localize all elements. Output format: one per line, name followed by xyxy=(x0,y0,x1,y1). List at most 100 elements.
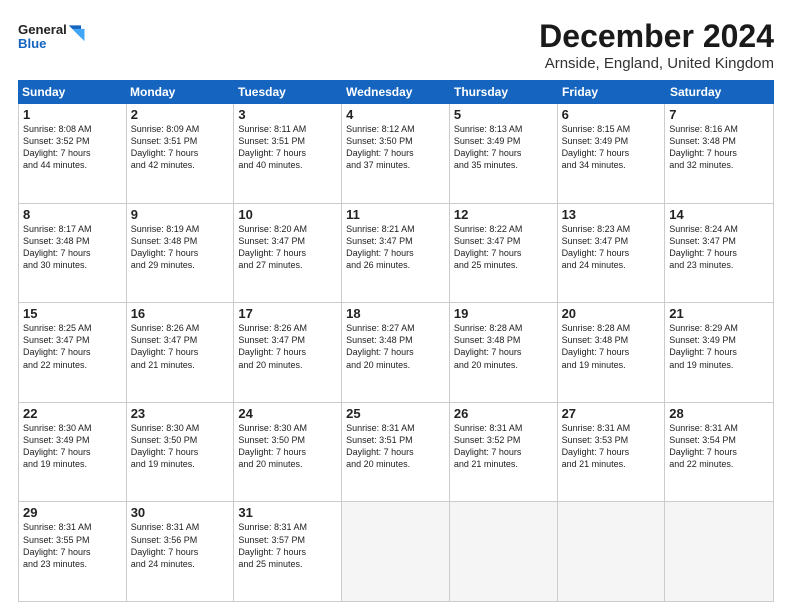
day-number: 14 xyxy=(669,207,769,222)
day-number: 26 xyxy=(454,406,553,421)
calendar-cell-1-3: 3 Sunrise: 8:11 AM Sunset: 3:51 PM Daylig… xyxy=(234,104,342,203)
header: General Blue December 2024 Arnside, Engl… xyxy=(18,18,774,72)
day-info: Sunrise: 8:12 AM Sunset: 3:50 PM Dayligh… xyxy=(346,124,415,170)
calendar-cell-2-7: 14 Sunrise: 8:24 AM Sunset: 3:47 PM Dayli… xyxy=(665,204,773,303)
calendar-cell-5-3: 31 Sunrise: 8:31 AM Sunset: 3:57 PM Dayli… xyxy=(234,502,342,601)
day-info: Sunrise: 8:30 AM Sunset: 3:50 PM Dayligh… xyxy=(238,423,307,469)
day-info: Sunrise: 8:31 AM Sunset: 3:54 PM Dayligh… xyxy=(669,423,738,469)
calendar-row-3: 15Sunrise: 8:25 AM Sunset: 3:47 PM Dayli… xyxy=(19,303,773,403)
calendar-cell-4-5: 26 Sunrise: 8:31 AM Sunset: 3:52 PM Dayli… xyxy=(450,403,558,502)
day-number: 15 xyxy=(23,306,122,321)
day-info: Sunrise: 8:21 AM Sunset: 3:47 PM Dayligh… xyxy=(346,224,415,270)
day-number: 6 xyxy=(562,107,661,122)
day-number: 29 xyxy=(23,505,122,520)
day-info: Sunrise: 8:28 AM Sunset: 3:48 PM Dayligh… xyxy=(562,323,631,369)
day-number: 4 xyxy=(346,107,445,122)
calendar: Sunday Monday Tuesday Wednesday Thursday… xyxy=(18,80,774,602)
calendar-cell-2-5: 12 Sunrise: 8:22 AM Sunset: 3:47 PM Dayli… xyxy=(450,204,558,303)
calendar-row-5: 29 Sunrise: 8:31 AM Sunset: 3:55 PM Dayli… xyxy=(19,502,773,601)
day-info: Sunrise: 8:13 AM Sunset: 3:49 PM Dayligh… xyxy=(454,124,523,170)
day-info: Sunrise: 8:31 AM Sunset: 3:51 PM Dayligh… xyxy=(346,423,415,469)
day-number: 21 xyxy=(669,306,769,321)
calendar-cell-3-1: 15Sunrise: 8:25 AM Sunset: 3:47 PM Dayli… xyxy=(19,303,127,402)
calendar-row-1: 1Sunrise: 8:08 AM Sunset: 3:52 PM Daylig… xyxy=(19,104,773,204)
day-number: 23 xyxy=(131,406,230,421)
calendar-cell-1-5: 5Sunrise: 8:13 AM Sunset: 3:49 PM Daylig… xyxy=(450,104,558,203)
calendar-cell-2-1: 8 Sunrise: 8:17 AM Sunset: 3:48 PM Daylig… xyxy=(19,204,127,303)
calendar-cell-1-7: 7 Sunrise: 8:16 AM Sunset: 3:48 PM Daylig… xyxy=(665,104,773,203)
calendar-cell-2-4: 11 Sunrise: 8:21 AM Sunset: 3:47 PM Dayli… xyxy=(342,204,450,303)
day-number: 31 xyxy=(238,505,337,520)
location: Arnside, England, United Kingdom xyxy=(539,55,774,72)
day-number: 13 xyxy=(562,207,661,222)
calendar-cell-4-3: 24 Sunrise: 8:30 AM Sunset: 3:50 PM Dayli… xyxy=(234,403,342,502)
day-info: Sunrise: 8:31 AM Sunset: 3:57 PM Dayligh… xyxy=(238,522,307,568)
day-number: 24 xyxy=(238,406,337,421)
month-title: December 2024 xyxy=(539,18,774,55)
header-thursday: Thursday xyxy=(450,80,558,104)
logo: General Blue xyxy=(18,18,88,58)
header-tuesday: Tuesday xyxy=(234,80,342,104)
calendar-cell-5-2: 30 Sunrise: 8:31 AM Sunset: 3:56 PM Dayli… xyxy=(127,502,235,601)
day-number: 3 xyxy=(238,107,337,122)
day-info: Sunrise: 8:23 AM Sunset: 3:47 PM Dayligh… xyxy=(562,224,631,270)
calendar-cell-4-7: 28Sunrise: 8:31 AM Sunset: 3:54 PM Dayli… xyxy=(665,403,773,502)
day-number: 7 xyxy=(669,107,769,122)
day-number: 12 xyxy=(454,207,553,222)
day-number: 16 xyxy=(131,306,230,321)
calendar-cell-1-6: 6 Sunrise: 8:15 AM Sunset: 3:49 PM Daylig… xyxy=(558,104,666,203)
day-number: 9 xyxy=(131,207,230,222)
header-saturday: Saturday xyxy=(666,80,774,104)
calendar-grid: 1Sunrise: 8:08 AM Sunset: 3:52 PM Daylig… xyxy=(18,104,774,602)
day-info: Sunrise: 8:11 AM Sunset: 3:51 PM Dayligh… xyxy=(238,124,306,170)
day-info: Sunrise: 8:31 AM Sunset: 3:53 PM Dayligh… xyxy=(562,423,631,469)
calendar-cell-2-6: 13 Sunrise: 8:23 AM Sunset: 3:47 PM Dayli… xyxy=(558,204,666,303)
day-info: Sunrise: 8:30 AM Sunset: 3:50 PM Dayligh… xyxy=(131,423,200,469)
header-monday: Monday xyxy=(126,80,234,104)
day-number: 22 xyxy=(23,406,122,421)
calendar-cell-5-6 xyxy=(558,502,666,601)
calendar-cell-2-3: 10Sunrise: 8:20 AM Sunset: 3:47 PM Dayli… xyxy=(234,204,342,303)
day-info: Sunrise: 8:26 AM Sunset: 3:47 PM Dayligh… xyxy=(238,323,307,369)
calendar-cell-4-1: 22 Sunrise: 8:30 AM Sunset: 3:49 PM Dayli… xyxy=(19,403,127,502)
day-info: Sunrise: 8:17 AM Sunset: 3:48 PM Dayligh… xyxy=(23,224,92,270)
logo-svg: General Blue xyxy=(18,18,88,58)
calendar-cell-1-2: 2Sunrise: 8:09 AM Sunset: 3:51 PM Daylig… xyxy=(127,104,235,203)
calendar-cell-4-2: 23 Sunrise: 8:30 AM Sunset: 3:50 PM Dayli… xyxy=(127,403,235,502)
calendar-cell-4-4: 25 Sunrise: 8:31 AM Sunset: 3:51 PM Dayli… xyxy=(342,403,450,502)
calendar-cell-1-4: 4 Sunrise: 8:12 AM Sunset: 3:50 PM Daylig… xyxy=(342,104,450,203)
calendar-cell-5-1: 29 Sunrise: 8:31 AM Sunset: 3:55 PM Dayli… xyxy=(19,502,127,601)
day-number: 19 xyxy=(454,306,553,321)
calendar-cell-5-7 xyxy=(665,502,773,601)
day-info: Sunrise: 8:30 AM Sunset: 3:49 PM Dayligh… xyxy=(23,423,92,469)
day-info: Sunrise: 8:31 AM Sunset: 3:56 PM Dayligh… xyxy=(131,522,200,568)
day-info: Sunrise: 8:26 AM Sunset: 3:47 PM Dayligh… xyxy=(131,323,200,369)
day-info: Sunrise: 8:16 AM Sunset: 3:48 PM Dayligh… xyxy=(669,124,738,170)
day-number: 30 xyxy=(131,505,230,520)
title-section: December 2024 Arnside, England, United K… xyxy=(539,18,774,72)
day-number: 17 xyxy=(238,306,337,321)
day-info: Sunrise: 8:27 AM Sunset: 3:48 PM Dayligh… xyxy=(346,323,415,369)
calendar-cell-3-2: 16 Sunrise: 8:26 AM Sunset: 3:47 PM Dayli… xyxy=(127,303,235,402)
day-number: 18 xyxy=(346,306,445,321)
day-info: Sunrise: 8:31 AM Sunset: 3:55 PM Dayligh… xyxy=(23,522,92,568)
day-info: Sunrise: 8:28 AM Sunset: 3:48 PM Dayligh… xyxy=(454,323,523,369)
day-number: 27 xyxy=(562,406,661,421)
day-info: Sunrise: 8:08 AM Sunset: 3:52 PM Dayligh… xyxy=(23,124,92,170)
day-info: Sunrise: 8:20 AM Sunset: 3:47 PM Dayligh… xyxy=(238,224,307,270)
calendar-cell-1-1: 1Sunrise: 8:08 AM Sunset: 3:52 PM Daylig… xyxy=(19,104,127,203)
day-info: Sunrise: 8:19 AM Sunset: 3:48 PM Dayligh… xyxy=(131,224,200,270)
calendar-cell-3-7: 21Sunrise: 8:29 AM Sunset: 3:49 PM Dayli… xyxy=(665,303,773,402)
day-info: Sunrise: 8:22 AM Sunset: 3:47 PM Dayligh… xyxy=(454,224,523,270)
day-number: 11 xyxy=(346,207,445,222)
day-info: Sunrise: 8:24 AM Sunset: 3:47 PM Dayligh… xyxy=(669,224,738,270)
day-info: Sunrise: 8:31 AM Sunset: 3:52 PM Dayligh… xyxy=(454,423,523,469)
day-number: 25 xyxy=(346,406,445,421)
day-number: 8 xyxy=(23,207,122,222)
day-number: 2 xyxy=(131,107,230,122)
header-sunday: Sunday xyxy=(18,80,126,104)
calendar-row-2: 8 Sunrise: 8:17 AM Sunset: 3:48 PM Daylig… xyxy=(19,204,773,304)
day-info: Sunrise: 8:15 AM Sunset: 3:49 PM Dayligh… xyxy=(562,124,631,170)
svg-text:Blue: Blue xyxy=(18,36,46,51)
calendar-cell-5-4 xyxy=(342,502,450,601)
